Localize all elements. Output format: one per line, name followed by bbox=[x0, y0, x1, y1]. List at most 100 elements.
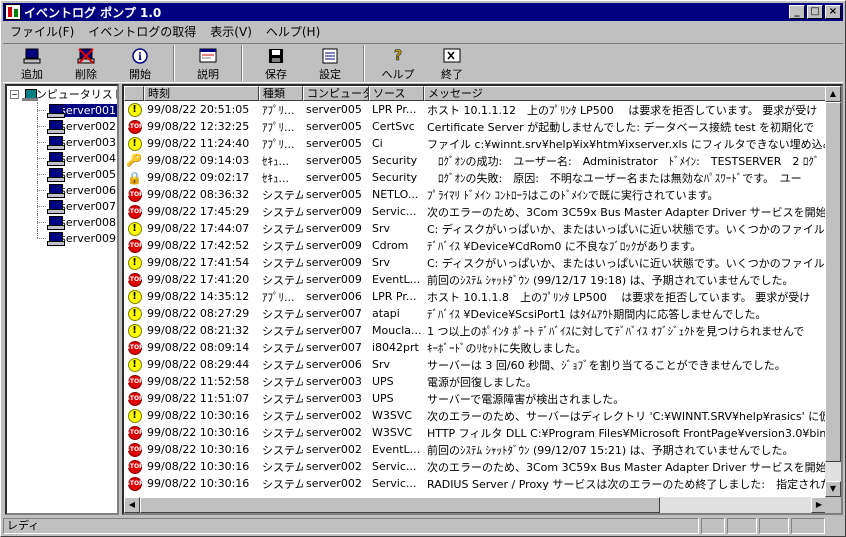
menu-help[interactable]: ヘルプ(H) bbox=[259, 23, 327, 40]
table-row[interactable]: 🔒 99/08/22 09:02:17 ｾｷｭ... server005 Securit… bbox=[124, 169, 827, 186]
table-row[interactable]: STOP 99/08/22 08:09:14 システム server007 i8042p… bbox=[124, 339, 827, 356]
vertical-scrollbar[interactable]: ▲ ▼ bbox=[825, 86, 841, 497]
cell-time: 99/08/22 10:30:16 bbox=[147, 426, 250, 439]
tree-item-server003[interactable]: server003 bbox=[7, 134, 117, 150]
add-computer-icon bbox=[22, 47, 42, 65]
column-header-icon[interactable] bbox=[124, 86, 144, 101]
horizontal-scrollbar[interactable]: ◀ ▶ bbox=[124, 497, 827, 513]
computer-icon bbox=[47, 119, 66, 134]
collapse-toggle[interactable]: − bbox=[10, 89, 19, 99]
cell-source: EventL... bbox=[372, 443, 421, 456]
cell-source: Srv bbox=[372, 358, 391, 371]
tree-item-server004[interactable]: server004 bbox=[7, 150, 117, 166]
scroll-up-button[interactable]: ▲ bbox=[825, 86, 841, 102]
column-header-computer[interactable]: コンピュータ名 bbox=[303, 86, 369, 101]
cell-computer: server009 bbox=[306, 205, 362, 218]
cell-message: 次のエラーのため、サーバーはディレクトリ 'C:¥WINNT.SRV¥help¥… bbox=[427, 409, 827, 423]
table-row[interactable]: STOP 99/08/22 08:36:32 システム server005 NETLO.… bbox=[124, 186, 827, 203]
horizontal-scroll-thumb[interactable] bbox=[140, 497, 660, 513]
save-button[interactable]: 保存 bbox=[249, 44, 303, 82]
tree-item-server009[interactable]: server009 bbox=[7, 230, 117, 246]
event-list[interactable]: 時刻 種類 コンピュータ名 ソース メッセージ ! 99/08/22 20:51:… bbox=[122, 84, 843, 515]
cell-message: HTTP フィルタ DLL C:¥Program Files¥Microsoft… bbox=[427, 426, 827, 440]
cell-time: 99/08/22 17:45:29 bbox=[147, 205, 250, 218]
row-icon-cell: 🔒 bbox=[124, 171, 144, 185]
description-button[interactable]: 説明 bbox=[181, 44, 235, 82]
cell-type: システム bbox=[262, 324, 303, 338]
computer-tree[interactable]: − コンピュータリスト server001 server002 server003 s… bbox=[5, 84, 119, 515]
table-row[interactable]: ! 99/08/22 08:27:29 システム server007 atapi ﾃﾞﾊﾞ… bbox=[124, 305, 827, 322]
cell-time: 99/08/22 12:32:25 bbox=[147, 120, 250, 133]
table-row[interactable]: STOP 99/08/22 10:30:16 システム server002 EventL… bbox=[124, 441, 827, 458]
maximize-button[interactable]: □ bbox=[807, 5, 823, 19]
cell-message: サーバーで電源障害が検出されました。 bbox=[427, 392, 625, 406]
status-pane bbox=[727, 518, 757, 534]
table-row[interactable]: ! 99/08/22 20:51:05 ｱﾌﾟﾘ... server005 LPR Pr… bbox=[124, 101, 827, 118]
cell-message: ﾌﾟﾗｲﾏﾘ ﾄﾞﾒｲﾝ ｺﾝﾄﾛｰﾗはこのﾄﾞﾒｲﾝで既に実行されています。 bbox=[427, 188, 719, 202]
menu-view[interactable]: 表示(V) bbox=[203, 23, 259, 40]
error-stop-icon: STOP bbox=[126, 238, 143, 253]
tree-root[interactable]: − コンピュータリスト bbox=[7, 86, 117, 102]
tree-item-server008[interactable]: server008 bbox=[7, 214, 117, 230]
tree-item-server005[interactable]: server005 bbox=[7, 166, 117, 182]
error-stop-icon: STOP bbox=[126, 425, 143, 440]
tree-item-server001[interactable]: server001 bbox=[7, 102, 117, 118]
minimize-button[interactable]: _ bbox=[789, 5, 805, 19]
tree-item-label: server003 bbox=[60, 135, 116, 149]
table-row[interactable]: 🔑 99/08/22 09:14:03 ｾｷｭ... server005 Securit… bbox=[124, 152, 827, 169]
column-header-message[interactable]: メッセージ bbox=[424, 86, 827, 101]
title-bar[interactable]: イベントログ ポンプ 1.0 _ □ × bbox=[3, 3, 843, 21]
add-button[interactable]: 追加 bbox=[5, 44, 59, 82]
column-header-source[interactable]: ソース bbox=[369, 86, 424, 101]
menu-get-eventlog[interactable]: イベントログの取得 bbox=[81, 23, 203, 40]
table-row[interactable]: ! 99/08/22 11:24:40 ｱﾌﾟﾘ... server005 Ci ファイル… bbox=[124, 135, 827, 152]
cell-type: システム bbox=[262, 460, 303, 474]
close-button[interactable]: × bbox=[825, 5, 841, 19]
cell-time: 99/08/22 14:35:12 bbox=[147, 290, 250, 303]
scroll-left-button[interactable]: ◀ bbox=[124, 497, 140, 513]
cell-message: 次のエラーのため、3Com 3C59x Bus Master Adapter D… bbox=[427, 460, 827, 474]
cell-source: Ci bbox=[372, 137, 383, 150]
settings-button[interactable]: 設定 bbox=[303, 44, 357, 82]
table-row[interactable]: ! 99/08/22 08:21:32 システム server007 Moucla...… bbox=[124, 322, 827, 339]
table-row[interactable]: ! 99/08/22 08:29:44 システム server006 Srv サーバーは … bbox=[124, 356, 827, 373]
row-icon-cell: ! bbox=[124, 136, 144, 151]
table-row[interactable]: STOP 99/08/22 10:30:16 システム server002 Servic… bbox=[124, 475, 827, 492]
cell-source: Security bbox=[372, 171, 418, 184]
table-row[interactable]: STOP 99/08/22 17:42:52 システム server009 Cdrom ﾃ… bbox=[124, 237, 827, 254]
table-row[interactable]: STOP 99/08/22 11:51:07 システム server003 UPS サーバ… bbox=[124, 390, 827, 407]
cell-message: 前回のｼｽﾃﾑ ｼｬｯﾄﾀﾞｳﾝ (99/12/07 15:21) は、予期され… bbox=[427, 443, 794, 457]
cell-type: システム bbox=[262, 307, 303, 321]
column-header-time[interactable]: 時刻 bbox=[144, 86, 259, 101]
lock-audit-failure-icon: 🔒 bbox=[127, 170, 142, 185]
tree-line bbox=[37, 238, 46, 239]
table-row[interactable]: ! 99/08/22 10:30:16 システム server002 W3SVC 次のエラ… bbox=[124, 407, 827, 424]
table-row[interactable]: STOP 99/08/22 17:41:20 システム server009 EventL… bbox=[124, 271, 827, 288]
tree-item-server007[interactable]: server007 bbox=[7, 198, 117, 214]
key-audit-success-icon: 🔑 bbox=[126, 153, 143, 168]
table-row[interactable]: STOP 99/08/22 10:30:16 システム server002 W3SVC H… bbox=[124, 424, 827, 441]
help-button[interactable]: ? ヘルプ bbox=[371, 44, 425, 82]
tree-item-server006[interactable]: server006 bbox=[7, 182, 117, 198]
column-header-type[interactable]: 種類 bbox=[259, 86, 303, 101]
table-row[interactable]: ! 99/08/22 14:35:12 ｱﾌﾟﾘ... server006 LPR Pr… bbox=[124, 288, 827, 305]
cell-source: Servic... bbox=[372, 460, 417, 473]
delete-button[interactable]: 削除 bbox=[59, 44, 113, 82]
table-row[interactable]: STOP 99/08/22 11:52:58 システム server003 UPS 電源が… bbox=[124, 373, 827, 390]
exit-button[interactable]: 終了 bbox=[425, 44, 479, 82]
add-label: 追加 bbox=[21, 68, 43, 81]
cell-type: ｱﾌﾟﾘ... bbox=[262, 290, 295, 304]
table-row[interactable]: ! 99/08/22 17:44:07 システム server009 Srv C: ディス… bbox=[124, 220, 827, 237]
table-row[interactable]: STOP 99/08/22 10:30:16 システム server002 Servic… bbox=[124, 458, 827, 475]
table-row[interactable]: STOP 99/08/22 12:32:25 ｱﾌﾟﾘ... server005 Cer… bbox=[124, 118, 827, 135]
scroll-down-button[interactable]: ▼ bbox=[825, 481, 841, 497]
vertical-scroll-thumb[interactable] bbox=[825, 102, 841, 462]
row-icon-cell: 🔑 bbox=[124, 154, 144, 168]
menu-file[interactable]: ファイル(F) bbox=[3, 23, 81, 40]
app-icon[interactable] bbox=[5, 4, 21, 20]
tree-item-server002[interactable]: server002 bbox=[7, 118, 117, 134]
tree-item-label: server007 bbox=[60, 199, 116, 213]
table-row[interactable]: ! 99/08/22 17:41:54 システム server009 Srv C: ディス… bbox=[124, 254, 827, 271]
start-button[interactable]: i 開始 bbox=[113, 44, 167, 82]
table-row[interactable]: STOP 99/08/22 17:45:29 システム server009 Servic… bbox=[124, 203, 827, 220]
